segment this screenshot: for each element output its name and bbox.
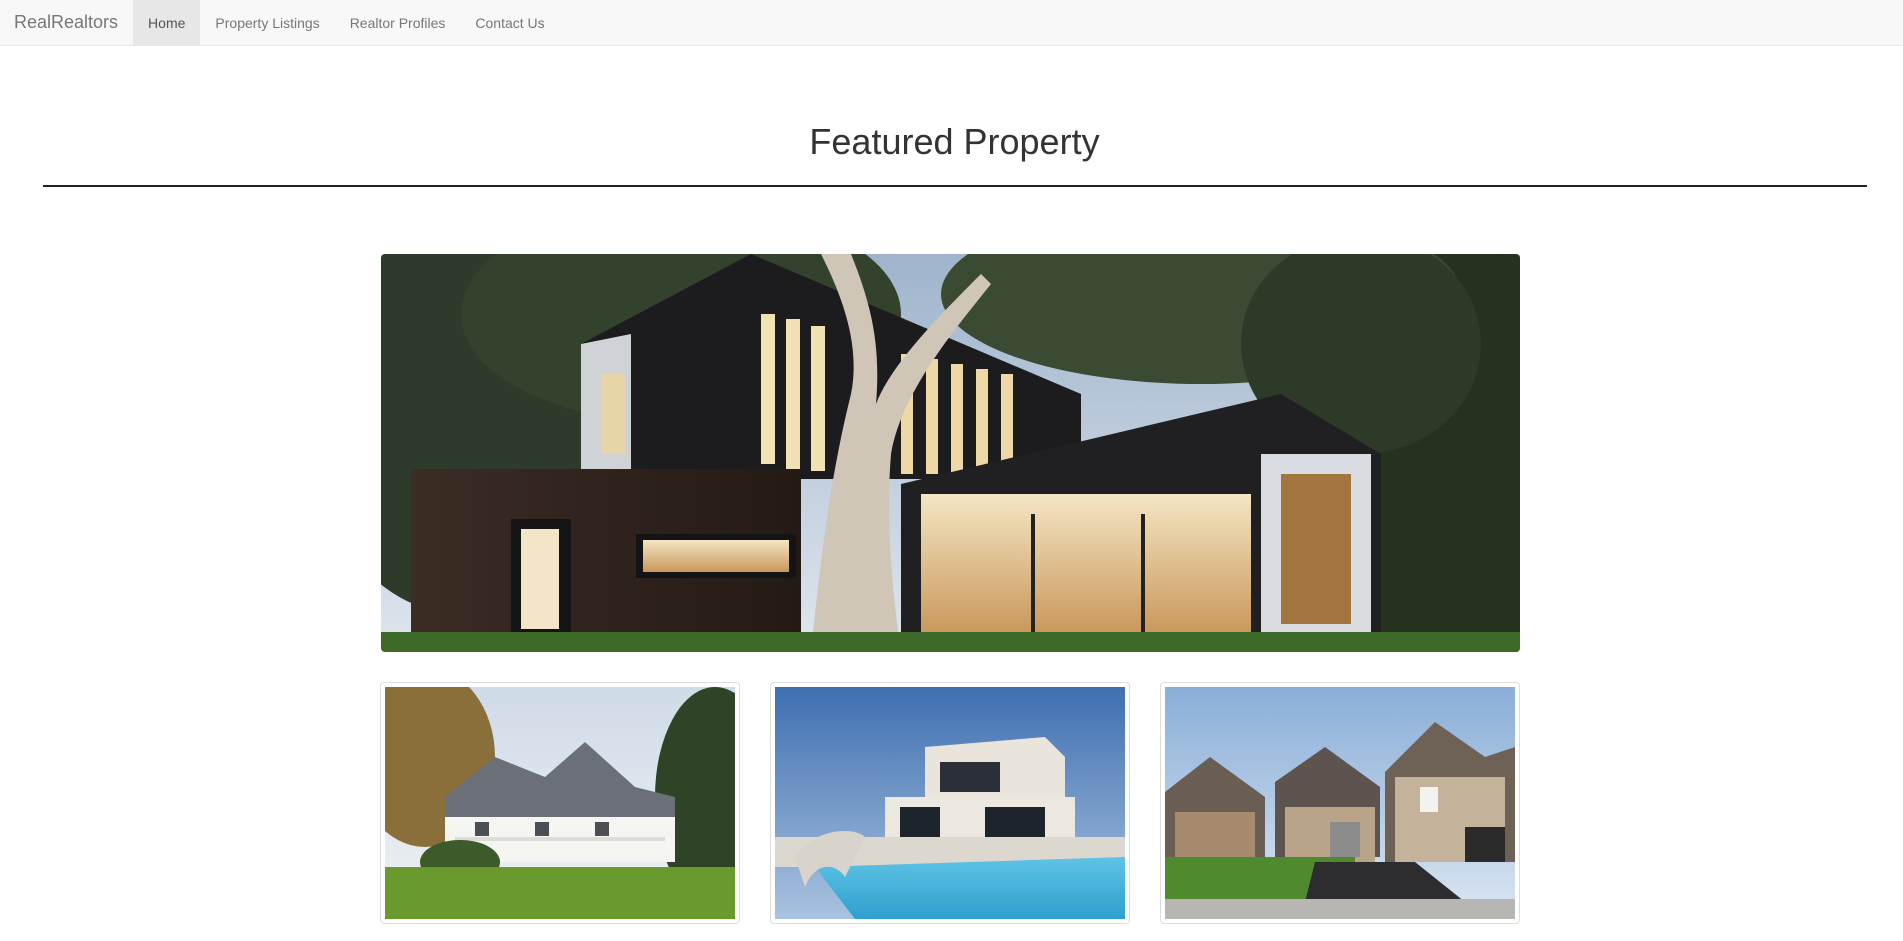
page-title: Featured Property	[809, 121, 1100, 162]
navbar: RealRealtors Home Property Listings Real…	[0, 0, 1903, 46]
brand-logo[interactable]: RealRealtors	[0, 0, 133, 45]
divider	[43, 185, 1867, 187]
nav-menu: Home Property Listings Realtor Profiles …	[133, 0, 560, 45]
featured-property-image[interactable]	[381, 254, 1520, 652]
property-thumbnail-2[interactable]	[770, 682, 1130, 924]
property-thumbnail-3[interactable]	[1160, 682, 1520, 924]
nav-item-realtor-profiles[interactable]: Realtor Profiles	[335, 0, 461, 45]
property-thumbnail-1[interactable]	[380, 682, 740, 924]
nav-item-contact-us[interactable]: Contact Us	[460, 0, 559, 45]
nav-item-home[interactable]: Home	[133, 0, 201, 45]
nav-item-property-listings[interactable]: Property Listings	[200, 0, 334, 45]
